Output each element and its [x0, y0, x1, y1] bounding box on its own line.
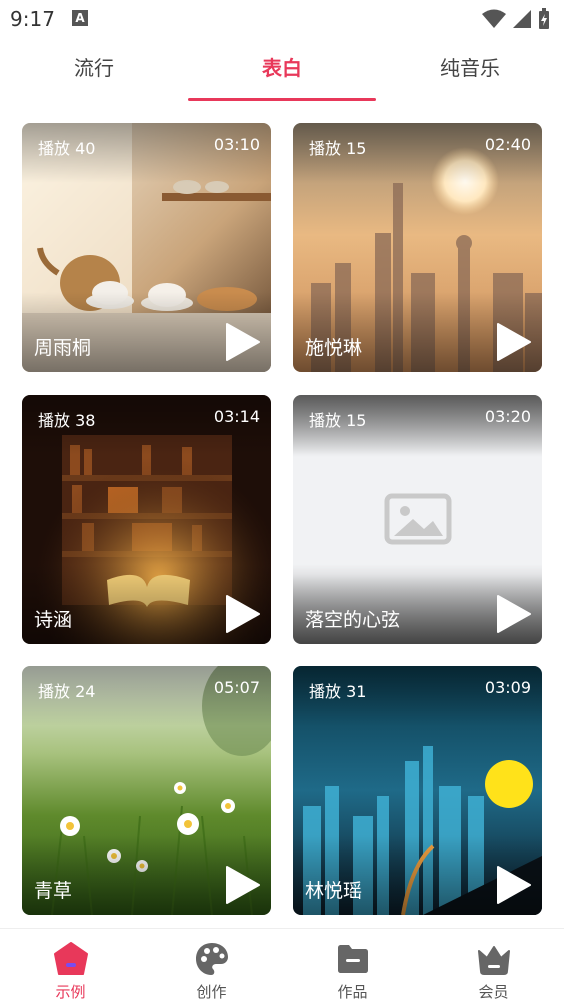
nav-works[interactable]: 作品	[282, 929, 423, 1004]
play-icon[interactable]	[225, 322, 261, 362]
nav-examples[interactable]: 示例	[0, 929, 141, 1004]
status-bar: 9:17 A	[0, 0, 564, 40]
category-tabs: 流行 表白 纯音乐	[0, 44, 564, 102]
song-card[interactable]: 播放 15 02:40 施悦琳	[293, 123, 542, 372]
play-count: 播放 31	[309, 682, 367, 701]
play-icon[interactable]	[496, 322, 532, 362]
nav-label: 创作	[196, 983, 227, 1001]
bottom-nav: 示例 创作 作品 会员	[0, 928, 564, 1004]
duration: 02:40	[484, 135, 531, 154]
nav-create[interactable]: 创作	[141, 929, 282, 1004]
song-card[interactable]: 播放 38 03:14 诗涵	[22, 395, 271, 644]
song-card[interactable]: 播放 15 03:20 落空的心弦	[293, 395, 542, 644]
duration: 03:09	[484, 678, 531, 697]
duration: 03:14	[213, 407, 260, 426]
tab-confession[interactable]: 表白	[188, 44, 376, 102]
duration: 03:20	[484, 407, 531, 426]
singer-name: 青草	[34, 880, 73, 902]
status-icons	[482, 8, 550, 30]
folder-icon	[338, 945, 368, 973]
signal-icon	[513, 10, 531, 28]
nav-membership[interactable]: 会员	[423, 929, 564, 1004]
play-count: 播放 24	[38, 682, 96, 701]
play-icon[interactable]	[496, 594, 532, 634]
tab-popular[interactable]: 流行	[0, 44, 188, 102]
nav-label: 会员	[478, 983, 509, 1001]
nav-label: 示例	[55, 983, 86, 1001]
wifi-icon	[482, 9, 506, 28]
crown-icon	[478, 946, 510, 975]
play-count: 播放 38	[38, 411, 96, 430]
play-count: 播放 40	[38, 139, 96, 158]
play-count: 播放 15	[309, 411, 367, 430]
play-icon[interactable]	[496, 865, 532, 905]
nav-label: 作品	[337, 983, 368, 1001]
duration: 05:07	[213, 678, 260, 697]
singer-name: 林悦瑶	[305, 880, 363, 902]
play-count: 播放 15	[309, 139, 367, 158]
duration: 03:10	[213, 135, 260, 154]
singer-name: 落空的心弦	[305, 609, 401, 631]
song-card[interactable]: 播放 31 03:09 林悦瑶	[293, 666, 542, 915]
tab-pure-music[interactable]: 纯音乐	[376, 44, 564, 102]
battery-icon	[539, 8, 549, 29]
singer-name: 周雨桐	[34, 337, 92, 359]
singer-name: 施悦琳	[305, 337, 363, 359]
notification-icon: A	[72, 10, 88, 26]
song-card[interactable]: 播放 24 05:07 青草	[22, 666, 271, 915]
status-time: 9:17	[10, 7, 55, 31]
song-card[interactable]: 播放 40 03:10 周雨桐	[22, 123, 271, 372]
active-tab-indicator	[188, 98, 376, 101]
singer-name: 诗涵	[34, 609, 73, 631]
play-icon[interactable]	[225, 594, 261, 634]
home-icon	[54, 942, 88, 975]
play-icon[interactable]	[225, 865, 261, 905]
palette-icon	[196, 943, 228, 975]
